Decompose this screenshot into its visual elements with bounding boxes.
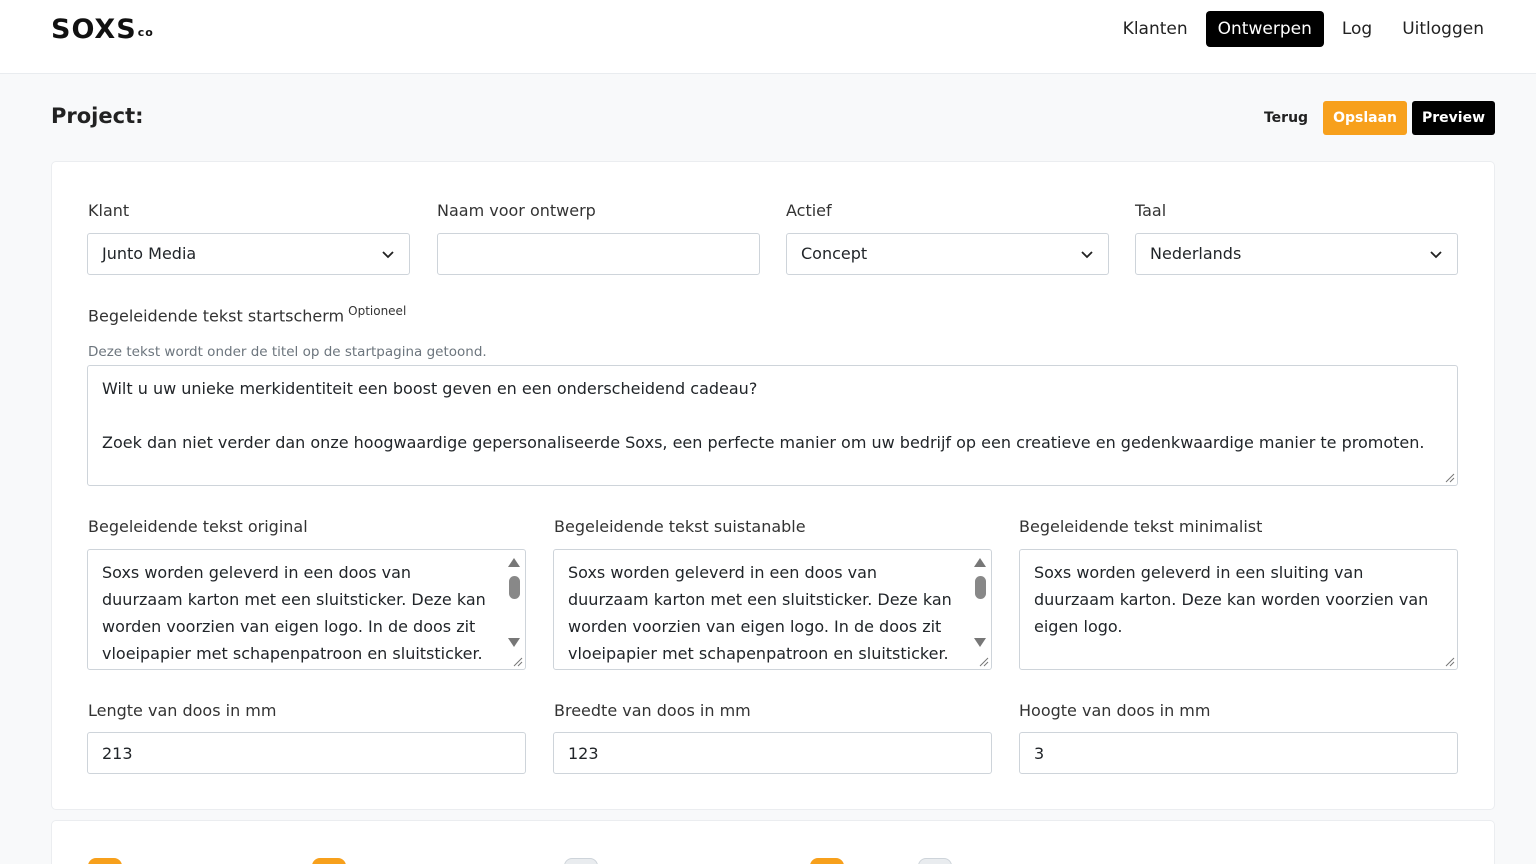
nav-item-log[interactable]: Log bbox=[1330, 11, 1384, 47]
scrollbar[interactable] bbox=[505, 552, 523, 653]
logo-text: SOXS bbox=[51, 14, 137, 45]
nav-item-ontwerpen[interactable]: Ontwerpen bbox=[1205, 11, 1324, 47]
klant-select[interactable]: Junto Media bbox=[87, 233, 410, 275]
toggle-switch[interactable] bbox=[564, 858, 598, 864]
actief-label: Actief bbox=[786, 201, 832, 220]
back-button[interactable]: Terug bbox=[1254, 101, 1318, 135]
klant-label: Klant bbox=[88, 201, 130, 220]
scroll-thumb[interactable] bbox=[509, 576, 520, 599]
startscherm-hint: Deze tekst wordt onder de titel op de st… bbox=[88, 344, 487, 360]
page-title: Project: bbox=[51, 104, 144, 128]
scroll-up-icon[interactable] bbox=[508, 558, 520, 567]
logo-suffix: co bbox=[137, 26, 154, 39]
main-nav: Klanten Ontwerpen Log Uitloggen bbox=[1111, 11, 1496, 47]
naam-label: Naam voor ontwerp bbox=[437, 201, 596, 220]
header-actions: Terug Opslaan Preview bbox=[1254, 101, 1495, 135]
chevron-down-icon bbox=[382, 251, 394, 259]
preview-button[interactable]: Preview bbox=[1411, 101, 1495, 135]
minimalist-label: Begeleidende tekst minimalist bbox=[1019, 517, 1263, 536]
chevron-down-icon bbox=[1081, 251, 1093, 259]
toggle-switch[interactable] bbox=[312, 858, 346, 864]
scroll-thumb[interactable] bbox=[975, 576, 986, 599]
scroll-up-icon[interactable] bbox=[974, 558, 986, 567]
toggle-switch[interactable] bbox=[88, 858, 122, 864]
resize-handle-icon[interactable] bbox=[1445, 473, 1455, 483]
original-label: Begeleidende tekst original bbox=[88, 517, 308, 536]
startscherm-text-line2: Zoek dan niet verder dan onze hoogwaardi… bbox=[102, 433, 1425, 452]
scrollbar[interactable] bbox=[971, 552, 989, 653]
scroll-down-icon[interactable] bbox=[974, 638, 986, 647]
taal-select[interactable]: Nederlands bbox=[1135, 233, 1458, 275]
klant-select-value: Junto Media bbox=[102, 244, 197, 263]
optional-badge: Optioneel bbox=[348, 304, 407, 318]
minimalist-textarea[interactable]: Soxs worden geleverd in een sluiting van… bbox=[1019, 549, 1458, 670]
resize-handle-icon[interactable] bbox=[1445, 657, 1455, 667]
options-card bbox=[51, 820, 1495, 864]
chevron-down-icon bbox=[1430, 251, 1442, 259]
scroll-down-icon[interactable] bbox=[508, 638, 520, 647]
sustainable-textarea[interactable]: Soxs worden geleverd in een doos van duu… bbox=[553, 549, 992, 670]
resize-handle-icon[interactable] bbox=[979, 657, 989, 667]
lengte-label: Lengte van doos in mm bbox=[88, 701, 277, 720]
hoogte-label: Hoogte van doos in mm bbox=[1019, 701, 1211, 720]
logo[interactable]: SOXSco bbox=[51, 14, 154, 45]
resize-handle-icon[interactable] bbox=[513, 657, 523, 667]
breedte-input[interactable] bbox=[553, 732, 992, 774]
original-textarea[interactable]: Soxs worden geleverd in een doos van duu… bbox=[87, 549, 526, 670]
sustainable-text: Soxs worden geleverd in een doos van duu… bbox=[568, 563, 957, 663]
naam-input[interactable] bbox=[437, 233, 760, 275]
actief-select[interactable]: Concept bbox=[786, 233, 1109, 275]
taal-label: Taal bbox=[1135, 201, 1167, 220]
hoogte-input[interactable] bbox=[1019, 732, 1458, 774]
startscherm-label: Begeleidende tekst startscherm Optioneel bbox=[88, 304, 406, 325]
original-text: Soxs worden geleverd in een doos van duu… bbox=[102, 563, 491, 663]
nav-item-uitloggen[interactable]: Uitloggen bbox=[1390, 11, 1496, 47]
save-button[interactable]: Opslaan bbox=[1323, 101, 1407, 135]
nav-item-klanten[interactable]: Klanten bbox=[1111, 11, 1200, 47]
taal-select-value: Nederlands bbox=[1150, 244, 1242, 263]
startscherm-label-text: Begeleidende tekst startscherm bbox=[88, 306, 345, 326]
toggle-switch[interactable] bbox=[918, 858, 952, 864]
breedte-label: Breedte van doos in mm bbox=[554, 701, 751, 720]
top-navbar: SOXSco Klanten Ontwerpen Log Uitloggen bbox=[0, 0, 1536, 74]
minimalist-text: Soxs worden geleverd in een sluiting van… bbox=[1034, 563, 1434, 636]
startscherm-textarea[interactable]: Wilt u uw unieke merkidentiteit een boos… bbox=[87, 365, 1458, 486]
sustainable-label: Begeleidende tekst suistanable bbox=[554, 517, 806, 536]
lengte-input[interactable] bbox=[87, 732, 526, 774]
startscherm-text-line1: Wilt u uw unieke merkidentiteit een boos… bbox=[102, 379, 758, 398]
toggle-switch[interactable] bbox=[810, 858, 844, 864]
actief-select-value: Concept bbox=[801, 244, 868, 263]
